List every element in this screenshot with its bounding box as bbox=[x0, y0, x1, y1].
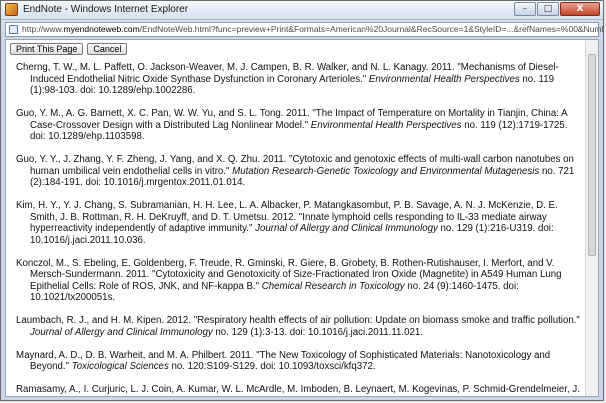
reference-item: Cherng, T. W., M. L. Paffett, O. Jackson… bbox=[16, 62, 584, 97]
maximize-button[interactable]: □ bbox=[537, 2, 559, 16]
reference-item: Guo, Y. Y., J. Zhang, Y. F. Zheng, J. Ya… bbox=[16, 154, 584, 189]
reference-item: Maynard, A. D., D. B. Warheit, and M. A.… bbox=[16, 350, 584, 373]
reference-tail: no. 120:S109-S129. doi: 10.1093/toxsci/k… bbox=[168, 361, 376, 372]
endnote-app-icon bbox=[5, 3, 18, 16]
reference-journal: Environmental Health Perspectives bbox=[368, 73, 520, 85]
reference-journal: Chemical Research in Toxicology bbox=[261, 280, 405, 292]
url-prefix: http://www. bbox=[22, 24, 64, 34]
reference-item: Guo, Y. M., A. G. Barnett, X. C. Pan, W.… bbox=[16, 108, 584, 143]
reference-journal: Toxicological Sciences bbox=[71, 361, 169, 372]
reference-list: Cherng, T. W., M. L. Paffett, O. Jackson… bbox=[16, 62, 584, 396]
minimize-button[interactable]: – bbox=[514, 2, 536, 16]
url-path: /EndNoteWeb.html?func=preview+Print&Form… bbox=[139, 24, 604, 34]
window-controls: – □ X bbox=[514, 2, 600, 16]
url-domain: myendnoteweb.com bbox=[63, 24, 140, 34]
vertical-scrollbar[interactable] bbox=[585, 40, 598, 396]
reference-text: Ramasamy, A., I. Curjuric, L. J. Coin, A… bbox=[16, 384, 580, 396]
cancel-button[interactable]: Cancel bbox=[87, 43, 128, 55]
reference-journal: Environmental Health Perspectives bbox=[310, 119, 462, 131]
reference-journal: Journal of Allergy and Clinical Immunolo… bbox=[255, 223, 438, 234]
print-page-button[interactable]: Print This Page bbox=[10, 43, 84, 55]
reference-text: Laumbach, R. J., and H. M. Kipen. 2012. … bbox=[16, 315, 580, 326]
print-toolbar: Print This Page Cancel bbox=[10, 43, 128, 55]
scrollbar-thumb[interactable] bbox=[588, 54, 596, 256]
reference-item: Laumbach, R. J., and H. M. Kipen. 2012. … bbox=[16, 315, 584, 338]
reference-tail: no. 129 (1):3-13. doi: 10.1016/j.jaci.20… bbox=[212, 326, 423, 338]
page-content: Print This Page Cancel Cherng, T. W., M.… bbox=[5, 39, 599, 397]
address-bar[interactable]: http://www.myendnoteweb.com/EndNoteWeb.h… bbox=[5, 22, 603, 37]
reference-journal: Mutation Research-Genetic Toxicology and… bbox=[232, 165, 540, 177]
title-bar[interactable]: EndNote - Windows Internet Explorer – □ … bbox=[1, 1, 603, 20]
window-title: EndNote - Windows Internet Explorer bbox=[23, 4, 189, 15]
reference-item: Ramasamy, A., I. Curjuric, L. J. Coin, A… bbox=[16, 384, 584, 396]
reference-item: Konczol, M., S. Ebeling, E. Goldenberg, … bbox=[16, 258, 584, 304]
page-icon bbox=[9, 25, 18, 34]
reference-journal: Journal of Allergy and Clinical Immunolo… bbox=[30, 326, 213, 338]
browser-window: EndNote - Windows Internet Explorer – □ … bbox=[0, 0, 604, 401]
url-text[interactable]: http://www.myendnoteweb.com/EndNoteWeb.h… bbox=[22, 24, 604, 34]
reference-item: Kim, H. Y., Y. J. Chang, S. Subramanian,… bbox=[16, 200, 584, 246]
close-button[interactable]: X bbox=[560, 2, 600, 16]
